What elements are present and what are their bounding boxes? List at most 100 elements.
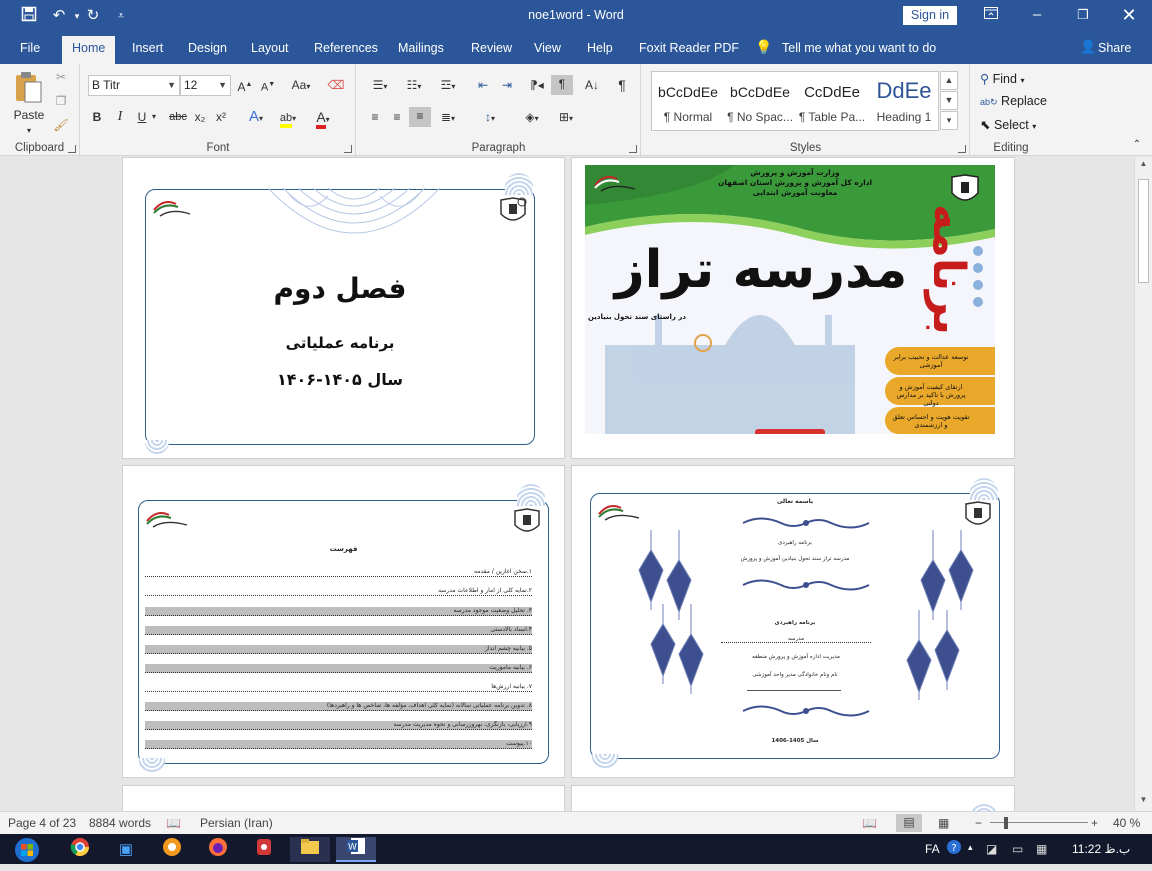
justify-icon[interactable]: ≣▾ xyxy=(433,108,463,128)
toc-entry[interactable]: ۳. تحلیل وضعیت موجود مدرسه xyxy=(145,607,532,616)
font-launcher-icon[interactable] xyxy=(344,145,352,153)
app-window-icon[interactable]: ▣ xyxy=(106,837,146,862)
shading-icon[interactable]: ◈▾ xyxy=(517,108,547,128)
input-language[interactable]: FA xyxy=(925,842,940,856)
toc-entry[interactable]: ۶. بیانیه مأموریت xyxy=(145,664,532,673)
superscript-button[interactable]: x² xyxy=(212,108,230,128)
help-icon[interactable]: ? xyxy=(946,839,962,858)
page-next-left[interactable] xyxy=(122,785,565,811)
style-normal[interactable]: bCcDdEe ¶ Normal xyxy=(652,72,724,132)
multilevel-list-icon[interactable]: ☲▾ xyxy=(433,76,463,96)
style-table-paragraph[interactable]: CcDdEe ¶ Table Pa... xyxy=(796,72,868,132)
style-no-spacing[interactable]: bCcDdEe ¶ No Spac... xyxy=(724,72,796,132)
clock[interactable]: 11:22 ب.ظ xyxy=(1072,842,1130,856)
tab-help[interactable]: Help xyxy=(587,41,613,55)
page-count[interactable]: Page 4 of 23 xyxy=(8,816,76,830)
bullets-icon[interactable]: ☰▾ xyxy=(365,76,395,96)
underline-dropdown-icon[interactable]: ▾ xyxy=(149,108,159,128)
zoom-slider-thumb[interactable] xyxy=(1004,817,1008,829)
grow-font-icon[interactable]: A▲ xyxy=(236,76,254,96)
tab-layout[interactable]: Layout xyxy=(251,41,289,55)
tell-me-search[interactable]: Tell me what you want to do xyxy=(782,41,936,55)
battery-icon[interactable]: ▭ xyxy=(1012,842,1023,856)
font-color-icon[interactable]: A▾ xyxy=(309,108,337,129)
styles-scroll-down-icon[interactable]: ▼ xyxy=(940,91,958,110)
file-explorer-icon[interactable] xyxy=(290,837,330,862)
clear-formatting-icon[interactable]: ⌫ xyxy=(326,76,346,96)
find-button[interactable]: ⚲ Find ▾ xyxy=(980,71,1024,86)
page-next-right[interactable] xyxy=(571,785,1015,811)
numbering-icon[interactable]: ☷▾ xyxy=(399,76,429,96)
page-chapter-two[interactable]: فصل دوم برنامه عملیاتی سال ۱۴۰۵-۱۴۰۶ xyxy=(122,157,565,459)
clipboard-launcher-icon[interactable] xyxy=(68,145,76,153)
tab-file[interactable]: File xyxy=(20,41,40,55)
page-strategic-plan[interactable]: باسمه تعالی برنامه راهبردی مدرسه تراز سن… xyxy=(571,465,1015,778)
ribbon-display-options-icon[interactable] xyxy=(968,0,1014,32)
word-count[interactable]: 8884 words xyxy=(89,816,151,830)
collapse-ribbon-icon[interactable]: ⌃ xyxy=(1130,136,1144,156)
tab-insert[interactable]: Insert xyxy=(132,41,163,55)
text-effects-icon[interactable]: A▾ xyxy=(243,108,269,128)
highlight-color-icon[interactable]: ab▾ xyxy=(274,108,302,128)
web-layout-icon[interactable]: ▦ xyxy=(938,816,949,830)
font-name-combo[interactable]: B Titr ▼ xyxy=(88,75,180,96)
zoom-in-icon[interactable]: + xyxy=(1091,816,1098,830)
shrink-font-icon[interactable]: A▼ xyxy=(259,76,277,96)
subscript-button[interactable]: x₂ xyxy=(191,108,209,128)
show-marks-icon[interactable]: ¶ xyxy=(613,76,631,96)
underline-button[interactable]: U xyxy=(134,108,150,128)
select-button[interactable]: ⬉ Select ▾ xyxy=(980,117,1036,132)
scroll-down-icon[interactable]: ▼ xyxy=(1135,795,1152,809)
app-red-icon[interactable] xyxy=(244,837,284,862)
toc-entry[interactable]: ۷. بیانیه ارزش‌ها xyxy=(145,683,532,692)
toc-entry[interactable]: ۵. بیانیه چشم انداز xyxy=(145,645,532,654)
vertical-scrollbar[interactable]: ▲ ▼ xyxy=(1134,157,1152,811)
tab-mailings[interactable]: Mailings xyxy=(398,41,444,55)
tab-foxit-reader-pdf[interactable]: Foxit Reader PDF xyxy=(639,41,739,55)
tab-review[interactable]: Review xyxy=(471,41,512,55)
tray-expand-icon[interactable]: ▴ xyxy=(968,842,973,853)
page-table-of-contents[interactable]: فهرست ۱.سخن آغازین / مقدمه ۲.نمایه کلی ا… xyxy=(122,465,565,778)
share-button[interactable]: Share xyxy=(1098,41,1131,55)
close-icon[interactable]: ✕ xyxy=(1106,0,1152,32)
styles-more-icon[interactable]: ▾ xyxy=(940,111,958,130)
decrease-indent-icon[interactable]: ⇤ xyxy=(473,76,493,96)
sort-icon[interactable]: A↓ xyxy=(581,76,603,96)
toc-entry[interactable]: ۸. تدوین برنامه عملیاتی سالانه (نمایه کل… xyxy=(145,702,532,711)
minimize-icon[interactable]: – xyxy=(1014,0,1060,32)
change-case-button[interactable]: Aa▾ xyxy=(286,76,316,96)
firefox-icon[interactable] xyxy=(198,837,238,862)
paste-dropdown-icon[interactable]: ▾ xyxy=(22,122,36,142)
tab-design[interactable]: Design xyxy=(188,41,227,55)
toc-entry[interactable]: ۹.ارزیابی، بازنگری، بهروز‌رسانی و نحوه م… xyxy=(145,721,532,730)
print-layout-icon[interactable]: ▤ xyxy=(896,814,922,832)
read-mode-icon[interactable]: 📖 xyxy=(862,816,877,830)
page-cover[interactable]: وزارت آموزش و پرورش اداره کل آموزش و پرو… xyxy=(571,157,1015,459)
document-area[interactable]: فصل دوم برنامه عملیاتی سال ۱۴۰۵-۱۴۰۶ وزا… xyxy=(0,157,1134,811)
paragraph-launcher-icon[interactable] xyxy=(629,145,637,153)
zoom-level[interactable]: 40 % xyxy=(1113,816,1140,830)
line-spacing-icon[interactable]: ↕▾ xyxy=(475,108,505,128)
align-left-icon[interactable]: ≡ xyxy=(365,108,385,128)
increase-indent-icon[interactable]: ⇥ xyxy=(497,76,517,96)
word-taskbar-icon[interactable]: W xyxy=(336,837,376,862)
scroll-thumb[interactable] xyxy=(1138,179,1149,283)
toc-entry[interactable]: ۴.اسناد بالادستی xyxy=(145,626,532,635)
styles-scroll-up-icon[interactable]: ▲ xyxy=(940,71,958,90)
rtl-direction-icon[interactable]: ¶ xyxy=(551,75,573,95)
tab-references[interactable]: References xyxy=(314,41,378,55)
ltr-direction-icon[interactable]: ⁋◂ xyxy=(527,76,547,96)
chrome-icon[interactable] xyxy=(60,837,100,862)
proofing-icon[interactable]: 📖 xyxy=(166,816,181,830)
network-icon[interactable]: ▦ xyxy=(1036,842,1047,856)
replace-button[interactable]: ab↻ Replace xyxy=(980,94,1047,108)
cut-icon[interactable]: ✂ xyxy=(52,68,70,88)
styles-launcher-icon[interactable] xyxy=(958,145,966,153)
toc-entry[interactable]: ۲.نمایه کلی از آمار و اطلاعات مدرسه xyxy=(145,587,532,596)
font-size-combo[interactable]: 12 ▼ xyxy=(180,75,231,96)
strikethrough-button[interactable]: abc xyxy=(167,108,189,128)
notification-icon[interactable]: ◪ xyxy=(986,842,997,856)
language-indicator[interactable]: Persian (Iran) xyxy=(200,816,273,830)
start-button[interactable] xyxy=(4,837,50,862)
align-center-icon[interactable]: ≡ xyxy=(387,108,407,128)
